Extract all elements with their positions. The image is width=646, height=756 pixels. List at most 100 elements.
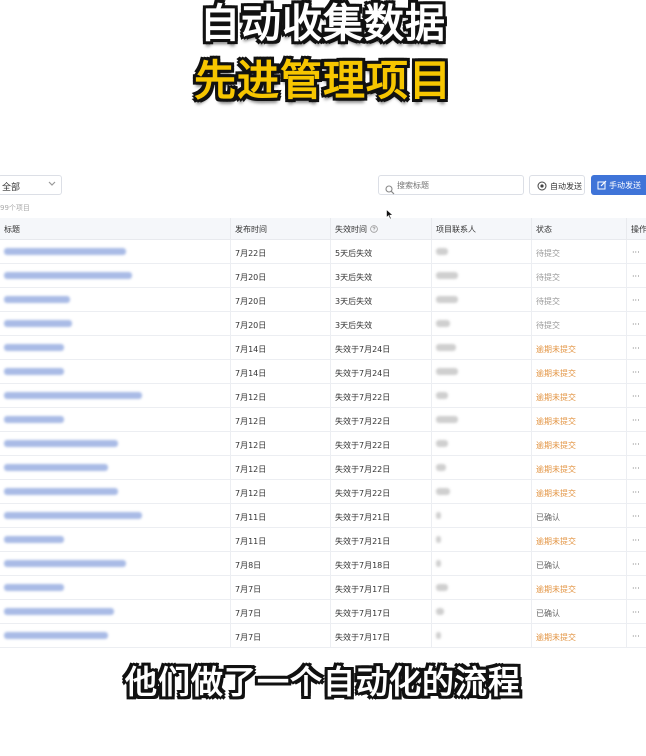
cell-title[interactable] — [0, 336, 231, 360]
filter-select[interactable]: 全部 — [0, 175, 62, 195]
row-more-button[interactable]: ··· — [627, 312, 646, 336]
project-list-app: 全部 自动发送 手动发送 99个项目 标题 — [0, 168, 646, 654]
cell-title[interactable] — [0, 456, 231, 480]
table-row[interactable]: 7月12日 失效于7月22日 逾期未提交 ··· — [0, 408, 646, 432]
table-row[interactable]: 7月14日 失效于7月24日 逾期未提交 ··· — [0, 360, 646, 384]
col-header-expire-time[interactable]: 失效时间 — [331, 218, 432, 240]
search-input[interactable] — [397, 178, 517, 192]
cell-title[interactable] — [0, 360, 231, 384]
cell-contact — [432, 408, 532, 432]
cell-status: 已确认 — [532, 552, 627, 576]
col-header-title[interactable]: 标题 — [0, 218, 231, 240]
cell-expire-time: 3天后失效 — [331, 312, 432, 336]
blurred-contact — [436, 512, 441, 519]
table-row[interactable]: 7月7日 失效于7月17日 已确认 ··· — [0, 600, 646, 624]
cell-title[interactable] — [0, 432, 231, 456]
blurred-title — [4, 608, 114, 615]
cell-contact — [432, 264, 532, 288]
row-more-button[interactable]: ··· — [627, 480, 646, 504]
cell-publish-time: 7月7日 — [231, 600, 331, 624]
cell-title[interactable] — [0, 264, 231, 288]
row-more-button[interactable]: ··· — [627, 456, 646, 480]
cell-status: 逾期未提交 — [532, 456, 627, 480]
row-more-button[interactable]: ··· — [627, 264, 646, 288]
cell-expire-time: 失效于7月21日 — [331, 504, 432, 528]
cell-status: 逾期未提交 — [532, 384, 627, 408]
search-icon — [385, 180, 395, 199]
edit-send-icon — [597, 180, 607, 192]
table-row[interactable]: 7月12日 失效于7月22日 逾期未提交 ··· — [0, 432, 646, 456]
cell-contact — [432, 312, 532, 336]
search-box[interactable] — [378, 175, 524, 195]
blurred-title — [4, 416, 64, 423]
table-row[interactable]: 7月20日 3天后失效 待提交 ··· — [0, 288, 646, 312]
row-more-button[interactable]: ··· — [627, 624, 646, 648]
toolbar: 全部 自动发送 手动发送 99个项目 — [0, 168, 646, 212]
filter-select-value: 全部 — [2, 183, 21, 193]
blurred-title — [4, 464, 108, 471]
row-more-button[interactable]: ··· — [627, 432, 646, 456]
manual-send-button[interactable]: 手动发送 — [591, 175, 646, 195]
blurred-title — [4, 248, 126, 255]
cell-expire-time: 3天后失效 — [331, 288, 432, 312]
cell-title[interactable] — [0, 384, 231, 408]
cell-title[interactable] — [0, 576, 231, 600]
mouse-cursor-icon — [386, 205, 394, 224]
row-more-button[interactable]: ··· — [627, 504, 646, 528]
cell-contact — [432, 384, 532, 408]
cell-title[interactable] — [0, 552, 231, 576]
col-header-contact[interactable]: 项目联系人 — [432, 218, 532, 240]
table-row[interactable]: 7月11日 失效于7月21日 逾期未提交 ··· — [0, 528, 646, 552]
cell-publish-time: 7月12日 — [231, 408, 331, 432]
col-header-publish-time[interactable]: 发布时间 — [231, 218, 331, 240]
table-row[interactable]: 7月7日 失效于7月17日 逾期未提交 ··· — [0, 624, 646, 648]
table-row[interactable]: 7月7日 失效于7月17日 逾期未提交 ··· — [0, 576, 646, 600]
blurred-contact — [436, 248, 448, 255]
cell-expire-time: 失效于7月17日 — [331, 624, 432, 648]
blurred-contact — [436, 272, 458, 279]
table-row[interactable]: 7月20日 3天后失效 待提交 ··· — [0, 264, 646, 288]
cell-title[interactable] — [0, 288, 231, 312]
table-row[interactable]: 7月8日 失效于7月18日 已确认 ··· — [0, 552, 646, 576]
cell-title[interactable] — [0, 528, 231, 552]
table-row[interactable]: 7月12日 失效于7月22日 逾期未提交 ··· — [0, 480, 646, 504]
cell-contact — [432, 576, 532, 600]
row-more-button[interactable]: ··· — [627, 576, 646, 600]
row-more-button[interactable]: ··· — [627, 360, 646, 384]
row-more-button[interactable]: ··· — [627, 288, 646, 312]
cell-title[interactable] — [0, 240, 231, 264]
manual-send-label: 手动发送 — [609, 181, 641, 190]
blurred-contact — [436, 320, 450, 327]
cell-status: 逾期未提交 — [532, 480, 627, 504]
cell-status: 逾期未提交 — [532, 360, 627, 384]
blurred-title — [4, 488, 118, 495]
cell-publish-time: 7月11日 — [231, 504, 331, 528]
col-header-status[interactable]: 状态 — [532, 218, 627, 240]
cell-title[interactable] — [0, 600, 231, 624]
cell-title[interactable] — [0, 504, 231, 528]
cell-title[interactable] — [0, 408, 231, 432]
blurred-contact — [436, 416, 458, 423]
help-circle-icon[interactable] — [370, 225, 378, 235]
cell-publish-time: 7月14日 — [231, 336, 331, 360]
cell-title[interactable] — [0, 624, 231, 648]
row-more-button[interactable]: ··· — [627, 600, 646, 624]
table-row[interactable]: 7月12日 失效于7月22日 逾期未提交 ··· — [0, 384, 646, 408]
cell-publish-time: 7月12日 — [231, 432, 331, 456]
cell-publish-time: 7月11日 — [231, 528, 331, 552]
row-more-button[interactable]: ··· — [627, 528, 646, 552]
row-more-button[interactable]: ··· — [627, 408, 646, 432]
cell-status: 待提交 — [532, 288, 627, 312]
cell-title[interactable] — [0, 480, 231, 504]
table-row[interactable]: 7月12日 失效于7月22日 逾期未提交 ··· — [0, 456, 646, 480]
table-row[interactable]: 7月22日 5天后失效 待提交 ··· — [0, 240, 646, 264]
table-row[interactable]: 7月14日 失效于7月24日 逾期未提交 ··· — [0, 336, 646, 360]
row-more-button[interactable]: ··· — [627, 240, 646, 264]
row-more-button[interactable]: ··· — [627, 336, 646, 360]
cell-title[interactable] — [0, 312, 231, 336]
row-more-button[interactable]: ··· — [627, 552, 646, 576]
row-more-button[interactable]: ··· — [627, 384, 646, 408]
table-row[interactable]: 7月11日 失效于7月21日 已确认 ··· — [0, 504, 646, 528]
auto-send-button[interactable]: 自动发送 — [529, 175, 585, 195]
table-row[interactable]: 7月20日 3天后失效 待提交 ··· — [0, 312, 646, 336]
